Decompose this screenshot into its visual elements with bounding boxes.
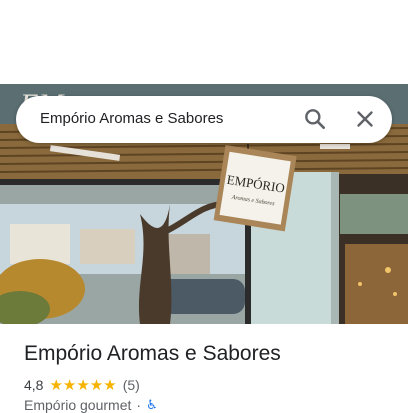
search-input[interactable]: Empório Aromas e Sabores (40, 110, 223, 127)
clear-search-button[interactable] (352, 106, 378, 132)
search-icon (305, 109, 325, 129)
top-blank-area (0, 0, 408, 84)
category-row: Empório gourmet · ♿ (24, 397, 158, 413)
place-category: Empório gourmet (24, 397, 132, 413)
rating-row[interactable]: 4,8 ★★★★★ (5) (24, 376, 140, 394)
rating-value: 4,8 (24, 377, 44, 393)
search-bar[interactable]: Empório Aromas e Sabores (16, 96, 392, 143)
review-count[interactable]: (5) (123, 377, 140, 393)
search-button[interactable] (302, 106, 328, 132)
star-rating-icon: ★★★★★ (49, 377, 117, 394)
separator-dot: · (136, 397, 142, 413)
wheelchair-icon: ♿ (146, 397, 158, 412)
close-icon (357, 111, 373, 127)
place-title: Empório Aromas e Sabores (24, 342, 281, 365)
